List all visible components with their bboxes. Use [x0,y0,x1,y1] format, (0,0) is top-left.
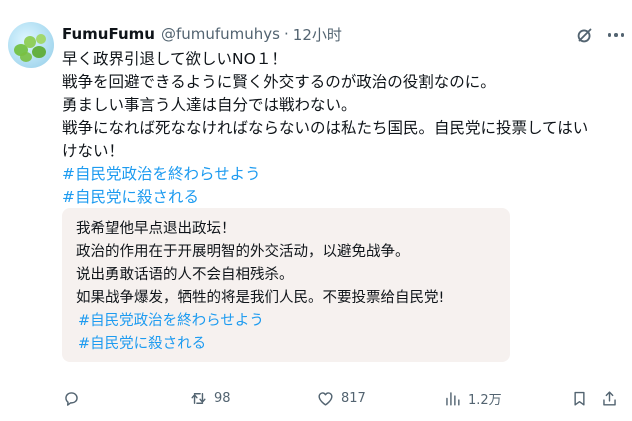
translation-card: 我希望他早点退出政坛！ 政治的作用在于开展明智的外交活动，以避免战争。 说出勇敢… [62,208,510,362]
bookmark-icon [574,391,585,406]
repost-icon [191,392,206,404]
translation-hashtag[interactable]: #自民党政治を終わらせよう [76,310,510,333]
translation-line: 如果战争爆发，牺牲的将是我们人民。不要投票给自民党! [76,290,445,306]
views-count: 1.2万 [468,392,502,408]
like-count: 817 [341,390,366,406]
translation-line: 我希望他早点退出政坛！ [76,221,236,237]
translation-line: 说出勇敢话语的人不会自相残杀。 [76,267,294,283]
repost-button[interactable]: 98 [189,386,231,410]
like-button[interactable]: 817 [316,386,366,410]
translation-hashtag[interactable]: #自民党に殺される [76,333,510,356]
post-text-line: けない！ [62,142,125,160]
translation-line: 政治的作用在于开展明智的外交活动，以避免战争。 [76,244,410,260]
like-icon [318,391,333,406]
share-button[interactable] [600,386,619,410]
separator-dot: · [284,25,289,43]
post-text-line: 勇ましい事言う人達は自分では戦わない。 [62,96,357,114]
post: FumuFumu @fumufumuhys · 12小时 早く政界引退して欲しい… [0,0,632,421]
reply-button[interactable] [62,386,87,410]
views-button[interactable]: 1.2万 [443,386,502,410]
more-icon[interactable] [604,24,628,46]
author-name[interactable]: FumuFumu [62,25,155,43]
repost-count: 98 [214,390,231,406]
reply-icon [65,391,78,406]
hashtag-link[interactable]: #自民党政治を終わらせよう [62,163,622,186]
bookmark-button[interactable] [570,386,589,410]
post-text-line: 早く政界引退して欲しいNO１！ [62,50,287,68]
grok-icon[interactable] [574,24,596,46]
author-handle[interactable]: @fumufumuhys [161,25,280,43]
avatar[interactable] [8,22,54,68]
post-time[interactable]: 12小时 [293,24,342,45]
hashtag-link[interactable]: #自民党に殺される [62,186,622,209]
post-text-line: 戦争になれば死ななければならないのは私たち国民。自民党に投票してはい [62,119,589,137]
action-bar: 98 817 1.2万 [62,386,622,410]
post-text: 早く政界引退して欲しいNO１！ 戦争を回避できるように賢く外交するのが政治の役割… [62,48,622,209]
post-text-line: 戦争を回避できるように賢く外交するのが政治の役割なのに。 [62,73,496,91]
post-header: FumuFumu @fumufumuhys · 12小时 [62,23,342,45]
views-icon [446,391,460,406]
share-icon [603,390,616,406]
